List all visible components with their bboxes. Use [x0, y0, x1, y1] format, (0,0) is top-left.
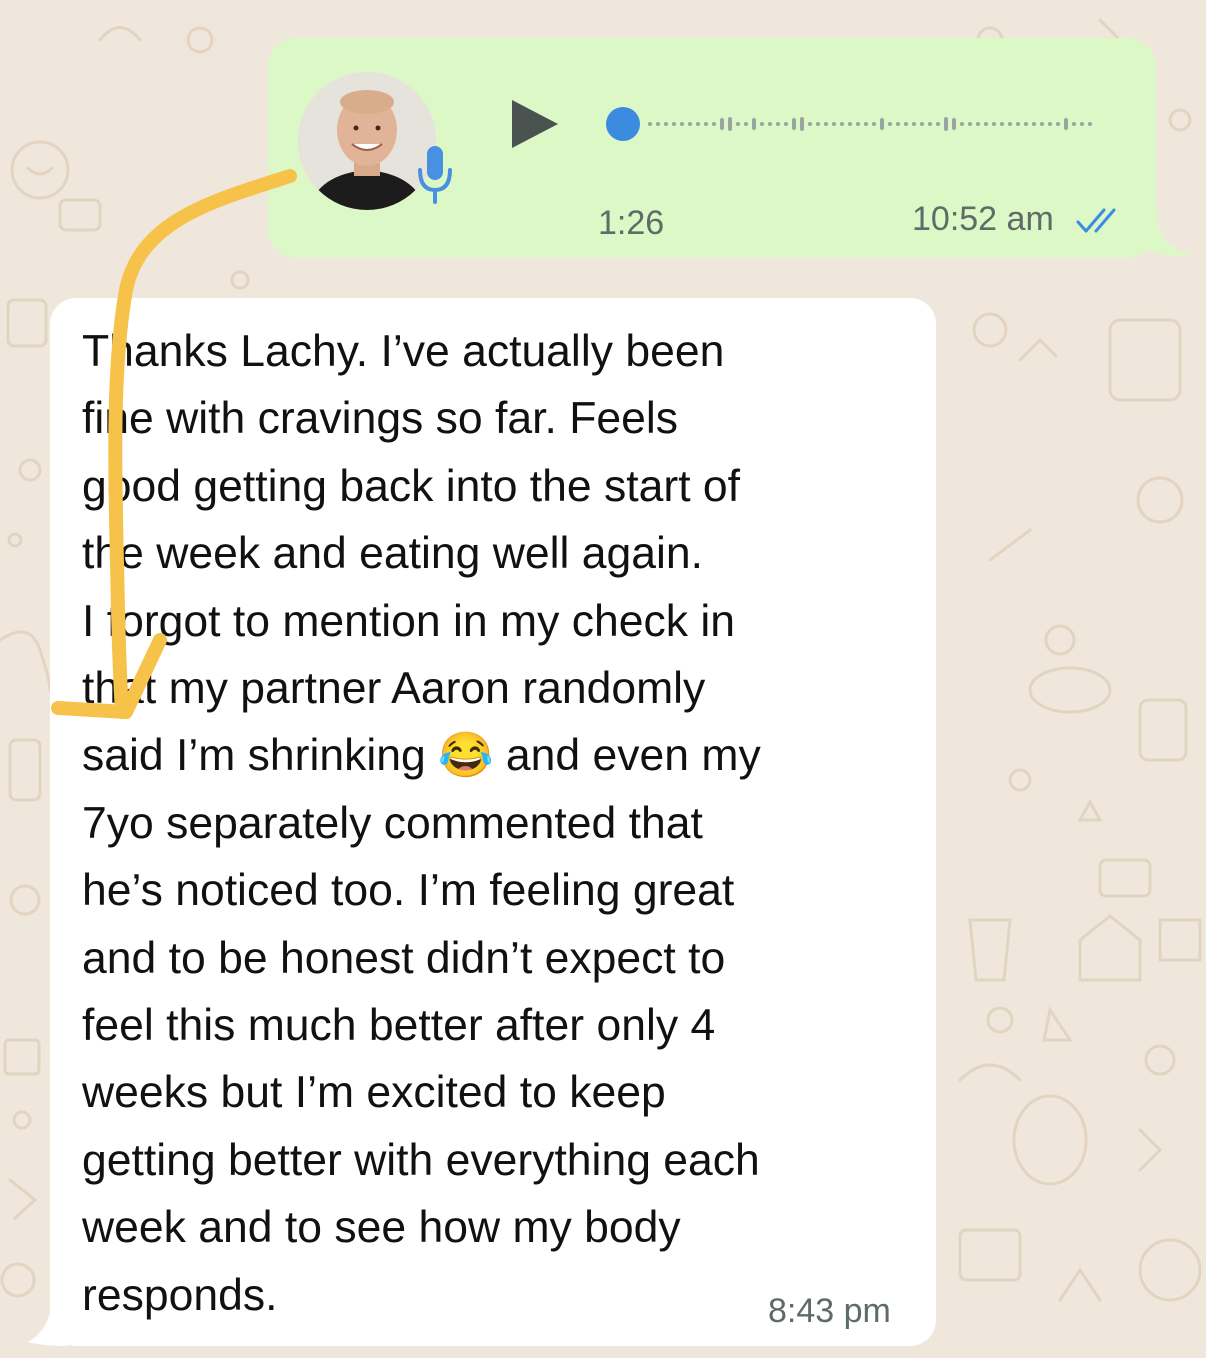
message-line: week and to see how my body [82, 1203, 681, 1253]
waveform-bar [696, 122, 700, 126]
waveform-bar [888, 122, 892, 126]
waveform-bar [816, 122, 820, 126]
waveform-bar [896, 122, 900, 126]
waveform-bar [872, 122, 876, 126]
waveform-bar [1032, 122, 1036, 126]
waveform-bar [968, 122, 972, 126]
waveform-bar [752, 118, 756, 130]
waveform-bar [808, 122, 812, 126]
waveform-bar [832, 122, 836, 126]
message-line: fine with cravings so far. Feels [82, 394, 679, 444]
waveform-bar [944, 117, 948, 131]
waveform-bar [1008, 122, 1012, 126]
voice-message-time: 10:52 am [912, 200, 1054, 238]
waveform-bar [848, 122, 852, 126]
waveform-bar [1040, 122, 1044, 126]
waveform-bar [824, 122, 828, 126]
waveform-bar [912, 122, 916, 126]
message-line: 7yo separately commented that [82, 798, 703, 848]
waveform-bar [1088, 122, 1092, 126]
waveform-bar [768, 122, 772, 126]
waveform-bar [904, 122, 908, 126]
waveform-bar [760, 122, 764, 126]
message-line: getting better with everything each [82, 1135, 760, 1185]
message-line: and to be honest didn’t expect to [82, 933, 726, 983]
waveform-bar [704, 122, 708, 126]
waveform-bar [976, 122, 980, 126]
waveform-bar [856, 122, 860, 126]
waveform-bar [672, 122, 676, 126]
message-line: he’s noticed too. I’m feeling great [82, 866, 735, 916]
waveform-bar [1016, 122, 1020, 126]
waveform-bar [720, 118, 724, 130]
waveform-bar [952, 118, 956, 130]
bubble-tail [1140, 214, 1194, 257]
message-line: Thanks Lachy. I’ve actually been [82, 327, 725, 376]
waveform-bar [992, 122, 996, 126]
waveform-bar [864, 122, 868, 126]
waveform-bar [744, 122, 748, 126]
waveform-bar [960, 122, 964, 126]
message-body: Thanks Lachy. I’ve actually been fine wi… [82, 318, 922, 1329]
bubble-tail [28, 1300, 68, 1346]
waveform-bar [656, 122, 660, 126]
waveform-bar [928, 122, 932, 126]
waveform-bar [680, 122, 684, 126]
waveform-bar [664, 122, 668, 126]
waveform-bar [784, 122, 788, 126]
waveform-bar [936, 122, 940, 126]
play-button[interactable] [506, 96, 562, 152]
waveform-bar [1056, 122, 1060, 126]
waveform-bar [800, 117, 804, 131]
waveform-bar [688, 122, 692, 126]
waveform-bar [728, 117, 732, 131]
message-line: good getting back into the start of [82, 461, 741, 511]
waveform-bar [880, 118, 884, 130]
playback-position-dot[interactable] [606, 107, 640, 141]
waveform-bar [648, 122, 652, 126]
waveform-bar [1064, 118, 1068, 130]
message-line: said I’m shrinking 😂 and even my [82, 731, 761, 781]
waveform-bar [920, 122, 924, 126]
waveform-bar [840, 122, 844, 126]
message-line: I forgot to mention in my check in [82, 596, 735, 646]
waveform-bar [1048, 122, 1052, 126]
play-icon [512, 100, 558, 148]
message-line: feel this much better after only 4 [82, 1001, 716, 1051]
waveform-bar [792, 118, 796, 130]
waveform-bar [776, 122, 780, 126]
waveform-bar [712, 122, 716, 126]
waveform-bar [1024, 122, 1028, 126]
message-line: that my partner Aaron randomly [82, 664, 706, 714]
audio-waveform[interactable] [604, 104, 1104, 144]
waveform-bar [736, 122, 740, 126]
waveform-bar [1000, 122, 1004, 126]
waveform-bar [984, 122, 988, 126]
text-message-time: 8:43 pm [768, 1292, 891, 1330]
waveform-bar [1080, 122, 1084, 126]
message-line: the week and eating well again. [82, 529, 703, 579]
mic-icon [418, 146, 452, 204]
message-line: weeks but I’m excited to keep [82, 1068, 666, 1118]
waveform-bar [1072, 122, 1076, 126]
voice-duration: 1:26 [598, 204, 665, 242]
double-check-icon [1076, 208, 1116, 233]
